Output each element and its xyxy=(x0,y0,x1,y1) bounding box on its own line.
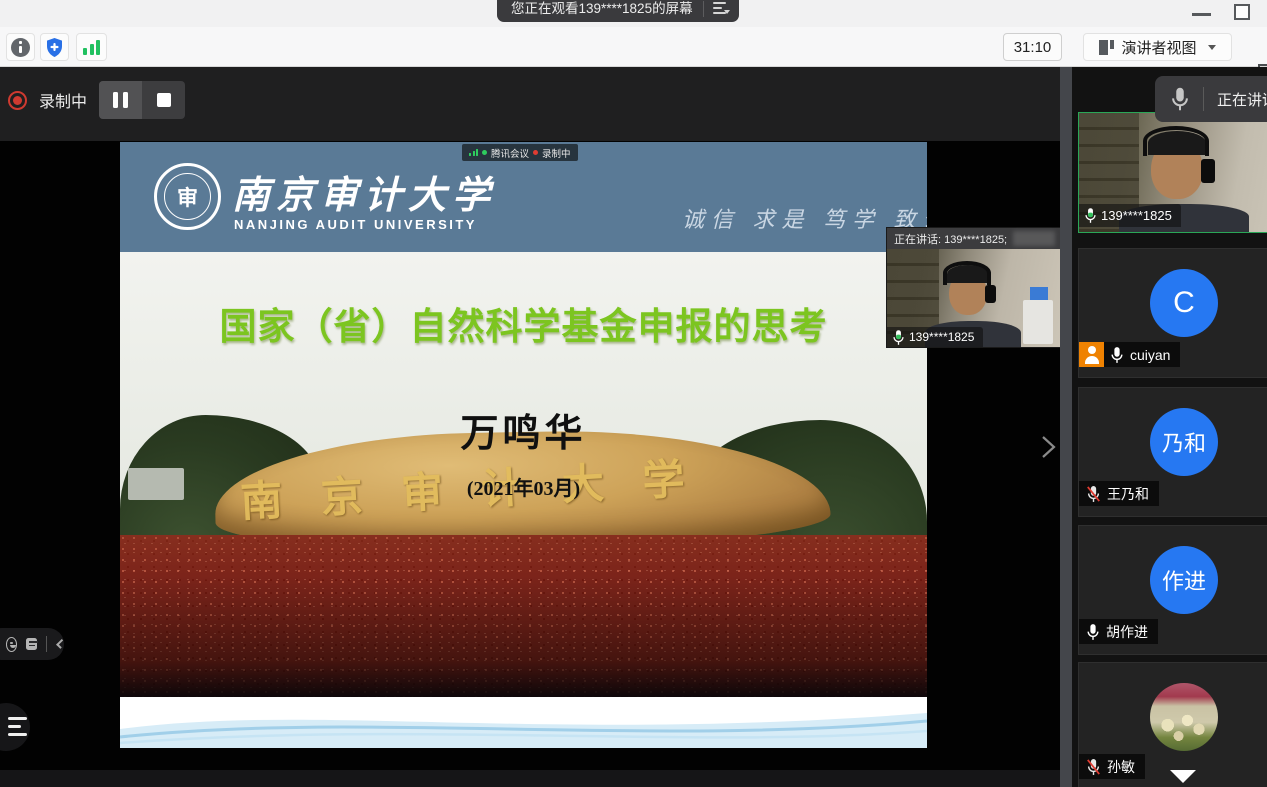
mic-speaking-icon xyxy=(1084,207,1097,224)
recording-label: 录制中 xyxy=(39,88,87,112)
sidebar-scrollbar[interactable] xyxy=(1060,67,1072,787)
info-button[interactable] xyxy=(6,33,35,61)
scroll-down-arrow[interactable] xyxy=(1170,770,1196,783)
participant-tile-wangnaihe[interactable]: 乃和 王乃和 xyxy=(1078,387,1267,517)
meeting-window: 您正在观看139****1825的屏幕 31:10 演讲者视图 xyxy=(0,0,1267,787)
speaker-video-frame: 139****1825 xyxy=(887,249,1060,347)
watermark-recording: 录制中 xyxy=(542,146,571,160)
minimize-button[interactable] xyxy=(1192,13,1211,16)
watermark-app-name: 腾讯会议 xyxy=(491,146,529,160)
avatar: 乃和 xyxy=(1150,408,1218,476)
participant-tile-huzuojin[interactable]: 作进 胡作进 xyxy=(1078,525,1267,655)
red-dot-icon xyxy=(533,150,538,155)
headphone-cup xyxy=(985,285,996,303)
view-mode-label: 演讲者视图 xyxy=(1121,37,1196,58)
viewing-banner-text: 您正在观看139****1825的屏幕 xyxy=(511,0,693,17)
slide-author: 万鸣华 xyxy=(120,402,927,457)
recording-dot-icon xyxy=(8,91,27,110)
view-mode-button[interactable]: 演讲者视图 xyxy=(1083,33,1232,61)
network-button[interactable] xyxy=(76,33,107,61)
mic-muted-icon xyxy=(1086,758,1101,776)
tooltip-text: 正在讲话 xyxy=(1217,89,1267,110)
cabinet xyxy=(1023,300,1053,344)
participant-name-tag: 139****1825 xyxy=(1079,204,1181,227)
participant-tile-cuiyan[interactable]: C cuiyan xyxy=(1078,248,1267,378)
stop-recording-button[interactable] xyxy=(142,81,185,119)
slide-header-band: 审 南京审计大学 NANJING AUDIT UNIVERSITY 诚信 求是 … xyxy=(120,142,927,252)
banner-menu-icon[interactable] xyxy=(713,2,729,15)
headphone-cup xyxy=(1201,159,1215,183)
chevron-down-icon xyxy=(1208,45,1216,50)
chat-icon[interactable] xyxy=(26,638,37,650)
avatar: C xyxy=(1150,269,1218,337)
window-titlebar: 您正在观看139****1825的屏幕 xyxy=(0,0,1267,27)
signal-bars-icon xyxy=(83,40,100,55)
slide-date: (2021年03月) xyxy=(120,472,927,501)
headphones-band xyxy=(1143,126,1209,156)
speaking-tooltip: 正在讲话 xyxy=(1155,76,1267,122)
mic-on-icon xyxy=(1110,346,1124,364)
banner-divider xyxy=(703,1,704,17)
green-dot-icon xyxy=(482,150,487,155)
meeting-timer: 31:10 xyxy=(1003,33,1062,61)
emoji-icon[interactable] xyxy=(6,637,17,652)
blue-box xyxy=(1030,287,1048,300)
tooltip-divider xyxy=(1203,87,1204,111)
meeting-watermark-badge: 腾讯会议 录制中 xyxy=(462,144,578,161)
red-flowers-band xyxy=(120,535,927,697)
profile-badge-icon xyxy=(1079,342,1104,367)
maximize-button[interactable] xyxy=(1234,4,1250,20)
viewing-banner[interactable]: 您正在观看139****1825的屏幕 xyxy=(497,0,739,22)
shield-plus-icon xyxy=(45,37,64,58)
avatar: 作进 xyxy=(1150,546,1218,614)
layout-icon xyxy=(1099,40,1114,55)
avatar-photo xyxy=(1150,683,1218,751)
participant-name-tag: cuiyan xyxy=(1079,342,1180,367)
mic-muted-icon xyxy=(1086,485,1101,503)
presentation-slide: 审 南京审计大学 NANJING AUDIT UNIVERSITY 诚信 求是 … xyxy=(120,142,927,748)
slide-body: 国家（省）自然科学基金申报的思考 南 京 审 计 大 学 万鸣华 (2021年0… xyxy=(120,252,927,748)
mic-on-icon xyxy=(892,329,905,346)
participant-tile-video[interactable]: 139****1825 xyxy=(1078,112,1267,233)
participant-name-tag: 孙敏 xyxy=(1079,754,1145,779)
next-chevron-icon[interactable] xyxy=(1038,434,1058,460)
speaker-name-tag: 139****1825 xyxy=(887,327,983,347)
participant-tile-sunmin[interactable]: 孙敏 xyxy=(1078,662,1267,787)
headphones-band xyxy=(943,261,991,285)
security-button[interactable] xyxy=(40,33,69,61)
blurred-watermark xyxy=(1013,231,1055,246)
mini-signal-icon xyxy=(469,149,478,156)
info-icon xyxy=(11,38,30,57)
mic-tooltip-icon xyxy=(1170,86,1190,112)
wave-footer xyxy=(120,697,927,748)
pill-divider xyxy=(46,636,47,652)
recording-controls: 录制中 xyxy=(8,80,185,120)
participant-name-tag: 王乃和 xyxy=(1079,481,1159,506)
bottom-strip xyxy=(0,770,1060,787)
university-name-en: NANJING AUDIT UNIVERSITY xyxy=(234,217,477,232)
slide-title: 国家（省）自然科学基金申报的思考 xyxy=(120,296,927,350)
university-name-cn: 南京审计大学 xyxy=(232,164,496,219)
participant-video-frame: 139****1825 xyxy=(1079,113,1267,232)
meeting-toolbar: 31:10 演讲者视图 xyxy=(0,27,1267,67)
participant-name-tag: 胡作进 xyxy=(1079,619,1158,644)
university-seal-icon: 审 xyxy=(154,163,221,230)
mic-on-icon xyxy=(1086,623,1100,641)
floating-speaker-video[interactable]: 正在讲话: 139****1825; 139****1825 xyxy=(887,228,1060,347)
pause-recording-button[interactable] xyxy=(99,81,142,119)
reaction-chat-pill xyxy=(0,628,64,660)
